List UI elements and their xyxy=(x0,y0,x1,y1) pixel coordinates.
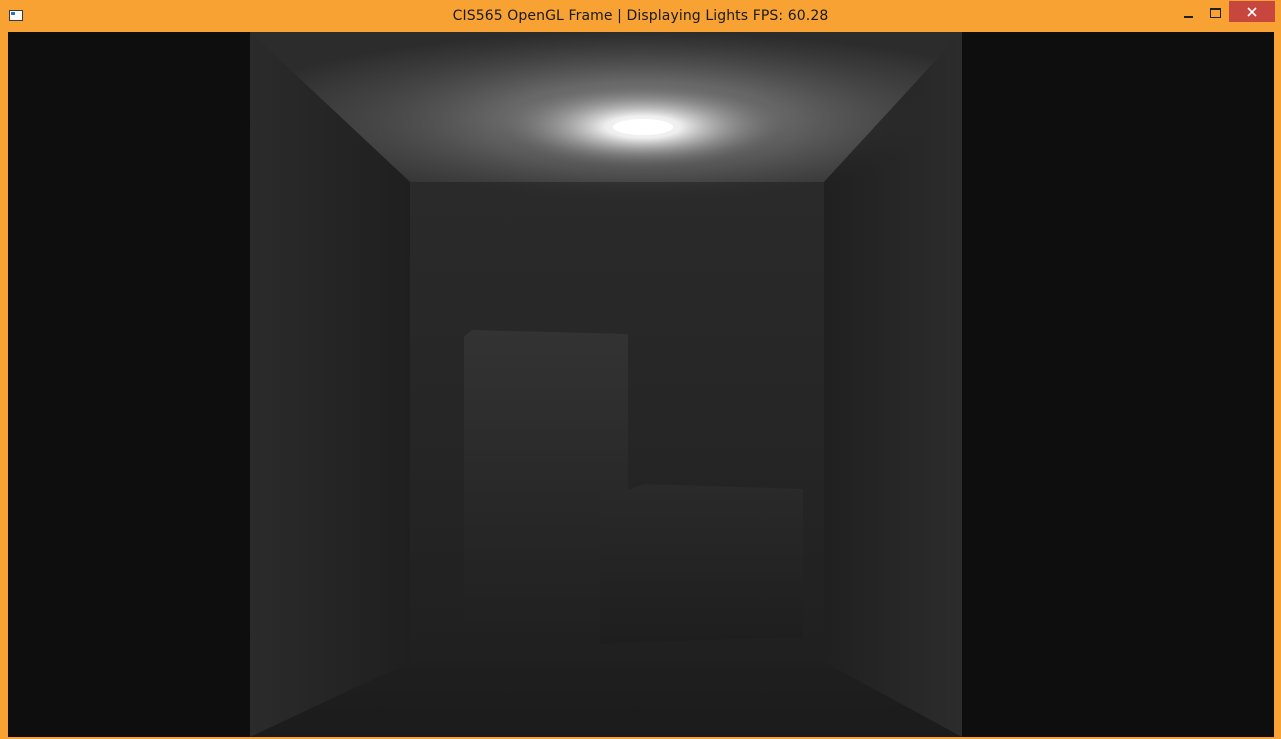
close-icon xyxy=(1247,6,1257,17)
area-light-core xyxy=(613,119,673,135)
app-window: CIS565 OpenGL Frame | Displaying Lights … xyxy=(0,0,1281,739)
window-title: CIS565 OpenGL Frame | Displaying Lights … xyxy=(452,8,829,24)
close-button[interactable] xyxy=(1229,1,1275,22)
short-box xyxy=(600,484,803,644)
render-viewport[interactable] xyxy=(250,32,962,737)
opengl-client-area[interactable] xyxy=(8,32,1274,737)
minimize-button[interactable] xyxy=(1174,2,1202,24)
minimize-icon xyxy=(1183,16,1193,18)
maximize-icon xyxy=(1209,8,1221,18)
cornell-box-render xyxy=(250,32,962,737)
title-bar[interactable]: CIS565 OpenGL Frame | Displaying Lights … xyxy=(0,0,1281,32)
maximize-button[interactable] xyxy=(1201,2,1229,24)
